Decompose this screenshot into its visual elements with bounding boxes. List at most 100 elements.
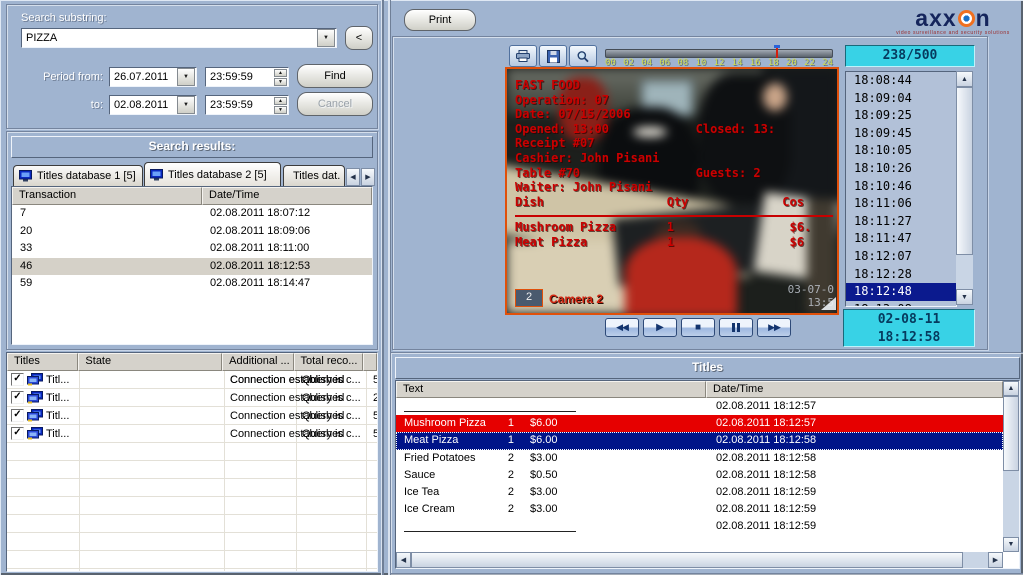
column-header-datetime[interactable]: Date/Time	[202, 187, 372, 205]
column-header-text[interactable]: Text	[396, 381, 706, 398]
timeline-position-marker[interactable]	[776, 45, 778, 58]
timestamp-item[interactable]: 18:12:07	[846, 248, 956, 266]
column-header-titles-datetime[interactable]: Date/Time	[706, 381, 1003, 398]
monitor-icon	[150, 169, 164, 181]
spin-down-icon[interactable]: ▼	[274, 106, 287, 114]
to-date-combobox[interactable]: 02.08.2011 ▼	[109, 95, 197, 115]
timestamp-item[interactable]: 18:09:04	[846, 90, 956, 108]
fast-forward-button[interactable]: ▶▶	[757, 318, 791, 337]
stop-button[interactable]: ■	[681, 318, 715, 337]
title-row[interactable]: Ice Tea2$3.00 02.08.2011 18:12:59	[396, 484, 1003, 501]
title-row-selected[interactable]: Meat Pizza1$6.00 02.08.2011 18:12:58	[396, 432, 1003, 449]
column-header-additional[interactable]: Additional ...	[222, 353, 293, 371]
scroll-down-button[interactable]: ▼	[956, 289, 973, 305]
search-substring-value[interactable]: PIZZA	[22, 32, 316, 44]
search-substring-combobox[interactable]: PIZZA ▼	[21, 28, 337, 48]
transaction-row-selected[interactable]: 4602.08.2011 18:12:53	[12, 258, 372, 276]
timestamp-item[interactable]: 18:13:08	[846, 301, 956, 307]
tab-scroll-right-button[interactable]: ▶	[361, 168, 375, 186]
to-time-spinner[interactable]: ▲▼	[274, 97, 287, 113]
timestamp-scrollbar[interactable]: ▲ ▼	[956, 71, 973, 305]
scroll-right-button[interactable]: ▶	[988, 552, 1003, 568]
scroll-up-button[interactable]: ▲	[956, 71, 973, 87]
title-row-separator[interactable]: 02.08.2011 18:12:59	[396, 518, 1003, 535]
timestamp-item[interactable]: 18:10:46	[846, 178, 956, 196]
tab-titles-database-2[interactable]: Titles database 2 [5]	[144, 162, 281, 186]
print-frame-button[interactable]	[509, 45, 537, 67]
tab-label: Titles database 2 [5]	[168, 169, 267, 181]
column-header-titles[interactable]: Titles	[7, 353, 78, 371]
find-button[interactable]: Find	[297, 64, 373, 88]
spin-up-icon[interactable]: ▲	[274, 69, 287, 77]
scrollbar-thumb[interactable]	[1003, 396, 1019, 471]
timestamp-item[interactable]: 18:09:25	[846, 107, 956, 125]
from-date-combobox[interactable]: 26.07.2011 ▼	[109, 67, 197, 87]
tab-titles-database-3[interactable]: Titles dat.	[283, 165, 345, 186]
title-row[interactable]: Sauce2$0.50 02.08.2011 18:12:58	[396, 467, 1003, 484]
zoom-frame-button[interactable]	[569, 45, 597, 67]
checkbox-checked[interactable]: ✓	[11, 427, 24, 440]
to-time-field[interactable]: 23:59:59 ▲▼	[205, 95, 289, 115]
timestamp-item[interactable]: 18:10:26	[846, 160, 956, 178]
to-date-dropdown-button[interactable]: ▼	[177, 96, 195, 114]
pause-button[interactable]	[719, 318, 753, 337]
title-row[interactable]: Ice Cream2$3.00 02.08.2011 18:12:59	[396, 501, 1003, 518]
from-time-value[interactable]: 23:59:59	[206, 71, 273, 83]
to-date-value[interactable]: 02.08.2011	[110, 99, 176, 111]
tab-scroll-left-button[interactable]: ◀	[346, 168, 360, 186]
play-button[interactable]: ▶	[643, 318, 677, 337]
spin-up-icon[interactable]: ▲	[274, 97, 287, 105]
from-date-dropdown-button[interactable]: ▼	[177, 68, 195, 86]
scroll-down-button[interactable]: ▼	[1003, 537, 1019, 552]
timestamp-item[interactable]: 18:12:28	[846, 266, 956, 284]
timestamp-item[interactable]: 18:11:27	[846, 213, 956, 231]
scrollbar-thumb[interactable]	[956, 87, 973, 255]
timestamp-item[interactable]: 18:11:06	[846, 195, 956, 213]
period-to-label: to:	[13, 99, 103, 111]
transaction-row[interactable]: 3302.08.2011 18:11:00	[12, 240, 372, 258]
rewind-button[interactable]: ◀◀	[605, 318, 639, 337]
timeline-slider[interactable]: 00020406081012141618202224	[605, 45, 833, 69]
spin-down-icon[interactable]: ▼	[274, 78, 287, 86]
checkbox-checked[interactable]: ✓	[11, 409, 24, 422]
timestamp-item[interactable]: 18:08:44	[846, 72, 956, 90]
from-date-value[interactable]: 26.07.2011	[110, 71, 176, 83]
scroll-up-button[interactable]: ▲	[1003, 381, 1019, 396]
collapse-button[interactable]: <	[345, 26, 373, 50]
column-header-transaction[interactable]: Transaction	[12, 187, 202, 205]
tab-titles-database-1[interactable]: Titles database 1 [5]	[13, 165, 143, 186]
arrow-left-icon: ◀	[401, 556, 406, 564]
title-row[interactable]: Fried Potatoes2$3.00 02.08.2011 18:12:58	[396, 450, 1003, 467]
cancel-button[interactable]: Cancel	[297, 92, 373, 116]
transaction-row[interactable]: 5902.08.2011 18:14:47	[12, 275, 372, 293]
period-from-label: Period from:	[13, 71, 103, 83]
timestamp-item[interactable]: 18:09:45	[846, 125, 956, 143]
video-frame[interactable]: FAST FOOD Operation: 07 Date: 07/15/2006…	[505, 67, 839, 315]
print-button[interactable]: Print	[404, 9, 476, 31]
timeline-track[interactable]	[605, 49, 833, 58]
timestamp-item-selected[interactable]: 18:12:48	[846, 283, 956, 301]
timestamp-item[interactable]: 18:11:47	[846, 230, 956, 248]
titles-horizontal-scrollbar[interactable]: ◀ ▶	[396, 552, 1003, 568]
search-panel: Search substring: PIZZA ▼ < Period from:…	[6, 4, 378, 129]
checkbox-checked[interactable]: ✓	[11, 391, 24, 404]
resize-grip-icon[interactable]	[821, 297, 836, 310]
frame-timestamp-list[interactable]: 18:08:44 18:09:04 18:09:25 18:09:45 18:1…	[845, 71, 957, 307]
from-time-spinner[interactable]: ▲▼	[274, 69, 287, 85]
search-substring-dropdown-button[interactable]: ▼	[317, 29, 335, 47]
timestamp-item[interactable]: 18:10:05	[846, 142, 956, 160]
transaction-row[interactable]: 702.08.2011 18:07:12	[12, 205, 372, 223]
logo-eye-icon	[958, 10, 975, 27]
to-time-value[interactable]: 23:59:59	[206, 99, 273, 111]
column-header-state[interactable]: State	[78, 353, 222, 371]
titles-vertical-scrollbar[interactable]: ▲ ▼	[1003, 381, 1019, 552]
checkbox-checked[interactable]: ✓	[11, 373, 24, 386]
title-row-separator[interactable]: 02.08.2011 18:12:57	[396, 398, 1003, 415]
column-header-total-records[interactable]: Total reco...	[294, 353, 363, 371]
title-row-match-highlighted[interactable]: Mushroom Pizza1$6.00 02.08.2011 18:12:57	[396, 415, 1003, 432]
transaction-row[interactable]: 2002.08.2011 18:09:06	[12, 223, 372, 241]
save-frame-button[interactable]	[539, 45, 567, 67]
scroll-left-button[interactable]: ◀	[396, 552, 411, 568]
from-time-field[interactable]: 23:59:59 ▲▼	[205, 67, 289, 87]
scrollbar-thumb[interactable]	[411, 552, 963, 568]
